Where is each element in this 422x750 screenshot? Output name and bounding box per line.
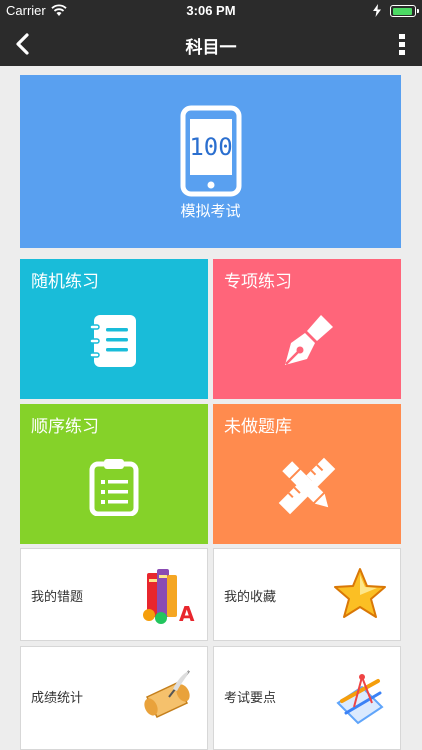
my-favorites-label: 我的收藏	[224, 590, 277, 605]
random-practice-label: 随机练习	[31, 272, 99, 292]
score-statistics-tile[interactable]: 成绩统计	[20, 646, 208, 750]
battery-level	[392, 7, 412, 15]
exam-key-points-tile[interactable]: 考试要点	[213, 646, 401, 750]
mock-exam-tile[interactable]: 100 模拟考试	[20, 75, 401, 248]
undone-questions-label: 未做题库	[224, 417, 292, 437]
clipboard-icon	[89, 459, 139, 516]
more-vertical-icon[interactable]	[392, 28, 412, 60]
wrong-questions-label: 我的错题	[31, 590, 84, 605]
sequential-practice-tile[interactable]: 顺序练习	[20, 404, 208, 544]
books-abc-icon: A	[143, 569, 195, 625]
mock-exam-label: 模拟考试	[180, 202, 241, 220]
svg-text:A: A	[179, 602, 195, 625]
random-practice-tile[interactable]: 随机练习	[20, 259, 208, 399]
wrong-questions-tile[interactable]: 我的错题 A	[20, 548, 208, 641]
score-statistics-label: 成绩统计	[31, 691, 84, 706]
navigation-bar: 科目一	[0, 22, 422, 66]
charging-icon	[373, 4, 381, 17]
notebook-icon	[89, 315, 136, 367]
scroll-quill-icon	[144, 670, 190, 718]
battery-icon	[390, 5, 419, 17]
drafting-tools-icon	[336, 674, 384, 725]
status-time: 3:06 PM	[186, 3, 236, 18]
status-bar: Carrier 3:06 PM	[0, 0, 422, 22]
star-icon	[334, 568, 386, 618]
exam-key-points-label: 考试要点	[224, 691, 277, 706]
phone-100-icon: 100	[180, 105, 242, 197]
sequential-practice-label: 顺序练习	[31, 417, 99, 437]
my-favorites-tile[interactable]: 我的收藏	[213, 548, 401, 641]
page-title: 科目一	[185, 38, 237, 58]
phone-score-text: 100	[189, 133, 232, 161]
topic-practice-tile[interactable]: 专项练习	[213, 259, 401, 399]
topic-practice-label: 专项练习	[224, 272, 292, 292]
fountain-pen-icon	[285, 315, 333, 365]
pencil-ruler-icon	[278, 457, 336, 515]
undone-questions-tile[interactable]: 未做题库	[213, 404, 401, 544]
